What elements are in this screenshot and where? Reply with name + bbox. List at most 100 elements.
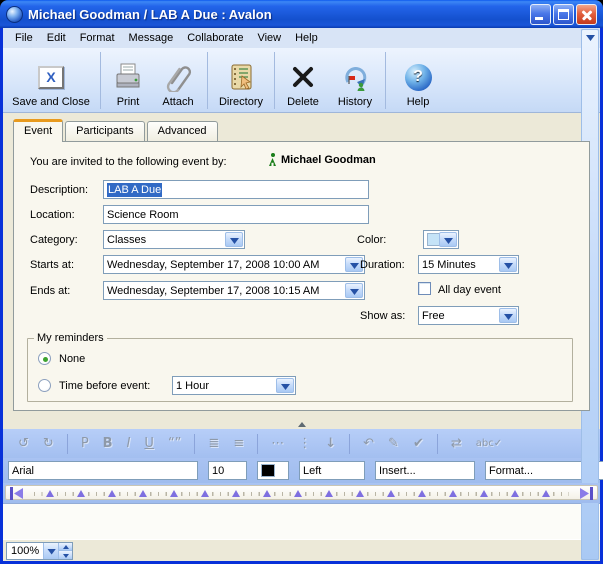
- category-value: Classes: [107, 234, 146, 246]
- menu-message[interactable]: Message: [122, 30, 181, 46]
- reminder-none-radio[interactable]: [38, 352, 51, 365]
- zoom-spinner[interactable]: [58, 543, 72, 559]
- print-button[interactable]: Print: [104, 50, 152, 111]
- insert-select[interactable]: Insert...: [375, 461, 475, 480]
- category-label: Category:: [30, 234, 78, 246]
- font-color-swatch: [261, 464, 275, 477]
- category-select[interactable]: Classes: [103, 230, 245, 249]
- ruler-band[interactable]: [5, 485, 598, 500]
- my-reminders-legend: My reminders: [34, 332, 107, 344]
- invited-label: You are invited to the following event b…: [30, 156, 227, 168]
- find-replace-icon[interactable]: ⇄: [451, 437, 462, 450]
- toolbar-separator: [274, 52, 275, 109]
- approve-icon[interactable]: ✔: [413, 437, 424, 450]
- menu-collaborate[interactable]: Collaborate: [180, 30, 250, 46]
- reminder-none-label: None: [59, 353, 85, 365]
- delete-icon: [290, 60, 316, 94]
- all-day-checkbox[interactable]: [418, 282, 431, 295]
- duration-select[interactable]: 15 Minutes: [418, 255, 519, 274]
- spin-down-icon[interactable]: [59, 551, 72, 559]
- spell-check-icon[interactable]: abc✓: [476, 439, 502, 449]
- collapse-toolbar-handle[interactable]: [298, 422, 306, 427]
- person-icon: [269, 153, 276, 166]
- insert-tab-icon[interactable]: ⋯: [271, 437, 284, 450]
- history-icon: [340, 60, 370, 94]
- ruler[interactable]: [3, 483, 600, 503]
- maximize-button[interactable]: [553, 4, 574, 25]
- bold-icon[interactable]: B: [103, 437, 113, 450]
- duration-value: 15 Minutes: [422, 259, 476, 271]
- insert-below-icon[interactable]: ↓: [325, 437, 336, 450]
- font-toolbar: Arial 10 Left Insert... Format...: [3, 458, 600, 483]
- spin-up-icon[interactable]: [59, 543, 72, 552]
- font-color-select[interactable]: [257, 461, 289, 480]
- tab-event[interactable]: Event: [13, 119, 63, 142]
- minimize-icon: [535, 17, 543, 20]
- reminder-time-value: 1 Hour: [176, 380, 209, 392]
- history-button[interactable]: History: [328, 50, 382, 111]
- format-value: Format...: [489, 465, 533, 477]
- redo-icon[interactable]: ↻: [43, 437, 54, 450]
- description-value: LAB A Due: [107, 183, 162, 197]
- delete-button[interactable]: Delete: [278, 50, 328, 111]
- alignment-select[interactable]: Left: [299, 461, 365, 480]
- underline-icon[interactable]: U: [144, 437, 154, 450]
- menu-edit[interactable]: Edit: [40, 30, 73, 46]
- maximize-icon: [558, 9, 569, 20]
- status-bar: 100%: [3, 539, 600, 561]
- color-label: Color:: [357, 234, 386, 246]
- rotate-icon[interactable]: ↶: [363, 437, 374, 450]
- toolbar-separator: [100, 52, 101, 109]
- numbered-list-icon[interactable]: ≡: [233, 437, 244, 450]
- menu-bar: File Edit Format Message Collaborate Vie…: [3, 28, 600, 48]
- quote-icon[interactable]: “”: [168, 437, 181, 450]
- event-tab-panel: You are invited to the following event b…: [13, 141, 590, 411]
- save-and-close-button[interactable]: X Save and Close: [5, 50, 97, 111]
- show-as-value: Free: [422, 310, 445, 322]
- font-family-select[interactable]: Arial: [8, 461, 198, 480]
- tab-advanced[interactable]: Advanced: [147, 121, 218, 141]
- save-and-close-icon: X: [38, 60, 64, 94]
- italic-icon[interactable]: I: [127, 437, 131, 450]
- show-as-label: Show as:: [360, 310, 405, 322]
- ends-at-select[interactable]: Wednesday, September 17, 2008 10:15 AM: [103, 281, 365, 300]
- title-bar[interactable]: Michael Goodman / LAB A Due : Avalon: [0, 0, 603, 28]
- ends-at-label: Ends at:: [30, 285, 70, 297]
- tab-strip: Event Participants Advanced: [13, 118, 600, 141]
- ends-at-value: Wednesday, September 17, 2008 10:15 AM: [107, 285, 319, 297]
- paragraph-icon[interactable]: ⋮: [298, 437, 311, 450]
- plain-text-icon[interactable]: P: [81, 437, 89, 450]
- location-value: Science Room: [107, 209, 179, 221]
- reminder-time-select[interactable]: 1 Hour: [172, 376, 296, 395]
- close-button[interactable]: [576, 4, 597, 25]
- location-input[interactable]: Science Room: [103, 205, 369, 224]
- message-body[interactable]: [3, 503, 600, 539]
- starts-at-select[interactable]: Wednesday, September 17, 2008 10:00 AM: [103, 255, 365, 274]
- menu-format[interactable]: Format: [73, 30, 122, 46]
- directory-button[interactable]: Directory: [211, 50, 271, 111]
- bullet-list-icon[interactable]: ≣: [208, 437, 219, 450]
- font-size-select[interactable]: 10: [208, 461, 247, 480]
- zoom-dropdown-icon[interactable]: [43, 543, 58, 559]
- color-select[interactable]: [423, 230, 459, 249]
- starts-at-value: Wednesday, September 17, 2008 10:00 AM: [107, 259, 319, 271]
- reminder-before-radio[interactable]: [38, 379, 51, 392]
- help-button[interactable]: ? Help: [389, 50, 447, 111]
- zoom-control[interactable]: 100%: [6, 542, 73, 560]
- left-margin-marker[interactable]: [10, 487, 24, 500]
- menu-view[interactable]: View: [250, 30, 288, 46]
- description-input[interactable]: LAB A Due: [103, 180, 369, 199]
- show-as-select[interactable]: Free: [418, 306, 519, 325]
- tab-participants[interactable]: Participants: [65, 121, 144, 141]
- attach-button[interactable]: Attach: [152, 50, 204, 111]
- pencil-icon[interactable]: ✎: [388, 437, 399, 450]
- print-icon: [113, 60, 143, 94]
- inviter: Michael Goodman: [269, 153, 376, 166]
- right-margin-marker[interactable]: [579, 487, 593, 500]
- minimize-button[interactable]: [530, 4, 551, 25]
- menu-help[interactable]: Help: [288, 30, 325, 46]
- menu-file[interactable]: File: [8, 30, 40, 46]
- description-label: Description:: [30, 184, 88, 196]
- undo-icon[interactable]: ↺: [18, 437, 29, 450]
- location-label: Location:: [30, 209, 75, 221]
